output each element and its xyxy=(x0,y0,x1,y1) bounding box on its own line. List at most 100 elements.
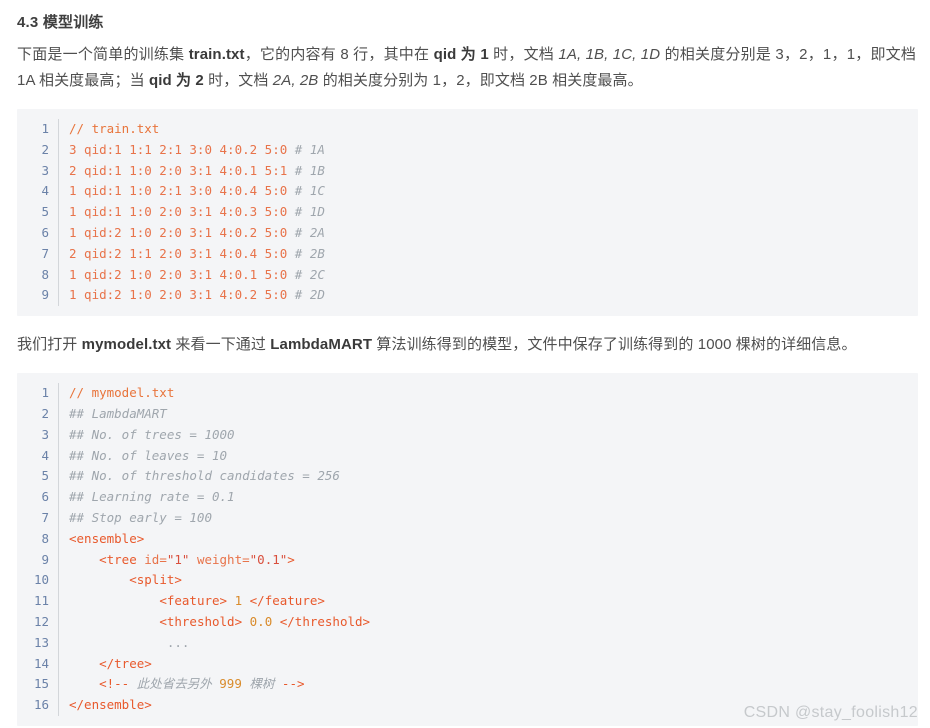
article-page: 4.3 模型训练 下面是一个简单的训练集 train.txt，它的内容有 8 行… xyxy=(0,0,930,728)
code-line-content: // train.txt xyxy=(59,119,159,140)
code-token: 棵树 xyxy=(241,676,282,692)
code-line: 7 ## Stop early = 100 xyxy=(17,507,918,529)
code-token: # 1B xyxy=(294,162,325,178)
line-number: 6 xyxy=(17,222,59,244)
code-line-content: ## No. of threshold candidates = 256 xyxy=(59,466,340,487)
line-number: 15 xyxy=(17,674,59,696)
code-token: ## No. of threshold candidates = 256 xyxy=(69,468,340,484)
line-number: 16 xyxy=(17,695,59,716)
code-line: 6 ## Learning rate = 0.1 xyxy=(17,487,918,508)
code-line-content: 2 qid:2 1:1 2:0 3:1 4:0.4 5:0 # 2B xyxy=(59,244,325,265)
paragraph-model-description: 我们打开 mymodel.txt 来看一下通过 LambdaMART 算法训练得… xyxy=(0,316,930,358)
code-line-content: 2 qid:1 1:0 2:0 3:1 4:0.1 5:1 # 1B xyxy=(59,161,325,182)
code-token: ## No. of leaves = 10 xyxy=(69,447,228,463)
code-token: "0.1" xyxy=(249,551,288,567)
code-token: <feature> xyxy=(159,593,228,609)
inline-bold-qid-2: qid 为 2 xyxy=(148,72,204,89)
code-token: // mymodel.txt xyxy=(69,385,175,401)
code-line-content: 1 qid:2 1:0 2:0 3:1 4:0.1 5:0 # 2C xyxy=(59,265,325,286)
code-line: 3 ## No. of trees = 1000 xyxy=(17,424,918,446)
line-number: 9 xyxy=(17,549,59,571)
code-line: 2 ## LambdaMART xyxy=(17,403,918,425)
code-line: 13 ... xyxy=(17,632,918,654)
code-line-content: 1 qid:1 1:0 2:0 3:1 4:0.3 5:0 # 1D xyxy=(59,202,325,223)
code-line-content: ## Learning rate = 0.1 xyxy=(59,487,235,508)
code-line-content: </ensemble> xyxy=(59,695,152,716)
line-number: 7 xyxy=(17,507,59,529)
line-number: 13 xyxy=(17,632,59,654)
code-token: # 1A xyxy=(294,141,325,157)
code-line-content: <threshold> 0.0 </threshold> xyxy=(59,612,370,633)
line-number: 5 xyxy=(17,202,59,223)
code-line-content: 1 qid:2 1:0 2:0 3:1 4:0.2 5:0 # 2A xyxy=(59,223,325,244)
line-number: 4 xyxy=(17,181,59,203)
inline-bold-lambdamart: LambdaMART xyxy=(270,336,373,354)
line-number: 5 xyxy=(17,466,59,488)
inline-italic-docs-1: 1A, 1B, 1C, 1D xyxy=(558,46,661,63)
code-token: 3 qid:1 1:1 2:1 3:0 4:0.2 5:0 xyxy=(69,141,295,157)
code-token: weight= xyxy=(189,551,250,567)
code-line-content: // mymodel.txt xyxy=(59,383,174,404)
code-token: 2 qid:1 1:0 2:0 3:1 4:0.1 5:1 xyxy=(69,162,295,178)
code-line: 12 <threshold> 0.0 </threshold> xyxy=(17,611,918,633)
code-token: 1 qid:2 1:0 2:0 3:1 4:0.2 5:0 xyxy=(69,224,295,240)
text-segment: 时，文档 xyxy=(203,72,273,89)
code-token: 1 qid:2 1:0 2:0 3:1 4:0.1 5:0 xyxy=(69,266,295,282)
paragraph-train-description: 下面是一个简单的训练集 train.txt，它的内容有 8 行，其中在 qid … xyxy=(0,34,930,94)
line-number: 7 xyxy=(17,243,59,265)
code-token: # 2A xyxy=(294,224,325,240)
line-number: 9 xyxy=(17,285,59,307)
line-number: 3 xyxy=(17,160,59,182)
code-token: id= xyxy=(144,551,167,567)
text-segment: 下面是一个简单的训练集 xyxy=(17,46,189,63)
code-token: </tree> xyxy=(99,655,152,671)
code-token: # 1C xyxy=(294,183,325,199)
code-block-train-txt: 1 // train.txt 2 3 qid:1 1:1 2:1 3:0 4:0.2 … xyxy=(17,109,918,317)
code-token: ## No. of trees = 1000 xyxy=(69,426,235,442)
code-block-mymodel-txt: 1 // mymodel.txt 2 ## LambdaMART 3 ## No. of … xyxy=(17,373,918,726)
text-segment: ，它的内容有 8 行，其中在 xyxy=(244,46,434,63)
line-number: 2 xyxy=(17,403,59,425)
text-segment: 的相关度分别为 1，2，即文档 2B 相关度最高。 xyxy=(318,72,643,89)
page-title: 4.3 模型训练 xyxy=(17,14,104,31)
code-line: 32 qid:1 1:0 2:0 3:1 4:0.1 5:1 # 1B xyxy=(17,160,918,182)
code-token: <threshold> xyxy=(159,613,243,629)
code-line: 4 ## No. of leaves = 10 xyxy=(17,445,918,467)
code-line-content: ## LambdaMART xyxy=(59,404,167,425)
code-token: 0.0 xyxy=(249,613,273,629)
code-token: // train.txt xyxy=(69,121,160,136)
inline-bold-qid-1: qid 为 1 xyxy=(433,46,489,63)
code-token: ## Learning rate = 0.1 xyxy=(69,489,235,505)
code-line-content: 1 qid:2 1:0 2:0 3:1 4:0.2 5:0 # 2D xyxy=(59,285,325,306)
code-line: 10 <split> xyxy=(17,570,918,592)
line-number: 8 xyxy=(17,528,59,550)
code-token: --> xyxy=(281,676,305,692)
code-line-content: 1 qid:1 1:0 2:1 3:0 4:0.4 5:0 # 1C xyxy=(59,181,325,202)
code-token: <split> xyxy=(129,572,182,588)
code-line: 61 qid:2 1:0 2:0 3:1 4:0.2 5:0 # 2A xyxy=(17,222,918,244)
code-token: 此处省去另外 xyxy=(136,676,220,692)
code-line-content: <feature> 1 </feature> xyxy=(59,591,325,612)
text-segment: 算法训练得到的模型，文件中保存了训练得到的 1000 棵树的详细信息。 xyxy=(372,336,857,354)
code-line: 2 3 qid:1 1:1 2:1 3:0 4:0.2 5:0 # 1A xyxy=(17,139,918,161)
code-token: "1" xyxy=(166,551,190,567)
code-line: 51 qid:1 1:0 2:0 3:1 4:0.3 5:0 # 1D xyxy=(17,202,918,223)
code-line-content: ## No. of leaves = 10 xyxy=(59,446,227,467)
code-token: 1 xyxy=(234,593,243,609)
code-token: # 2D xyxy=(294,287,325,303)
line-number: 1 xyxy=(17,119,59,140)
line-number: 6 xyxy=(17,487,59,508)
code-token: ## Stop early = 100 xyxy=(69,509,212,525)
inline-bold-mymodel-txt: mymodel.txt xyxy=(81,336,172,354)
code-token: ## LambdaMART xyxy=(69,405,167,421)
code-line: 1 // train.txt xyxy=(17,119,918,140)
code-line-content: <!-- 此处省去另外 999 棵树 --> xyxy=(59,674,305,695)
code-token: 1 qid:1 1:0 2:0 3:1 4:0.3 5:0 xyxy=(69,204,295,220)
line-number: 2 xyxy=(17,139,59,161)
